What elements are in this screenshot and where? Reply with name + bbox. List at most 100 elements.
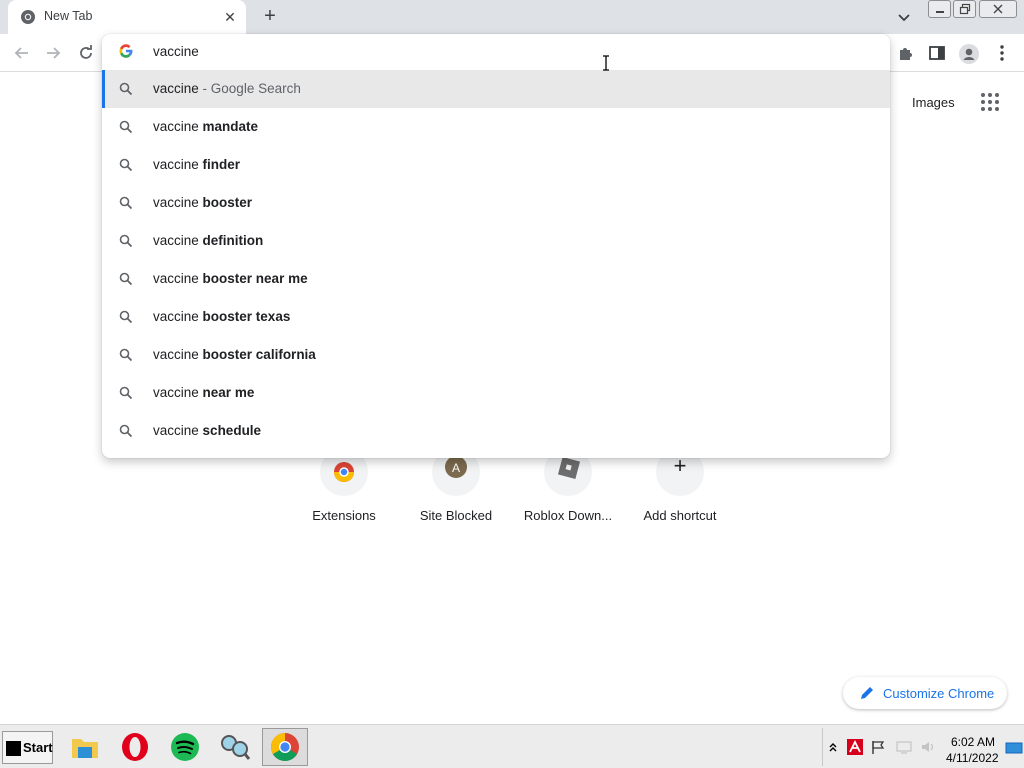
suggestion-text: vaccine near me bbox=[153, 385, 254, 400]
omnibox-suggestion[interactable]: vaccine definition bbox=[102, 222, 890, 260]
images-link[interactable]: Images bbox=[912, 95, 955, 110]
taskbar-magnifier[interactable] bbox=[212, 728, 258, 766]
system-tray: 6:02 AM 4/11/2022 bbox=[822, 728, 1024, 766]
suggestion-completion: schedule bbox=[202, 423, 262, 438]
start-button[interactable]: Start bbox=[2, 731, 53, 764]
search-icon bbox=[119, 120, 133, 134]
tab-search-chevron-icon[interactable] bbox=[894, 7, 914, 27]
profile-button[interactable] bbox=[958, 42, 980, 64]
forward-button[interactable] bbox=[42, 42, 64, 64]
magnifier-icon bbox=[221, 735, 251, 760]
back-button[interactable] bbox=[11, 42, 33, 64]
tab-strip: New Tab ✕ + bbox=[0, 0, 1024, 34]
taskbar-spotify[interactable] bbox=[162, 728, 208, 766]
omnibox-dropdown: vaccine vaccine - Google Search vaccine m… bbox=[102, 34, 890, 458]
side-panel-button[interactable] bbox=[926, 42, 948, 64]
suggestion-text: vaccine - Google Search bbox=[153, 81, 301, 96]
suggestion-query: vaccine bbox=[153, 423, 199, 438]
search-icon bbox=[119, 348, 133, 362]
omnibox-suggestion[interactable]: vaccine near me bbox=[102, 374, 890, 412]
omnibox-suggestion[interactable]: vaccine booster bbox=[102, 184, 890, 222]
clock-time[interactable]: 6:02 AM bbox=[951, 735, 995, 749]
address-bar-text[interactable]: vaccine bbox=[153, 44, 199, 59]
minimize-icon bbox=[935, 11, 944, 13]
shortcut-site-blocked[interactable]: A Site Blocked bbox=[396, 448, 506, 528]
chrome-icon bbox=[271, 733, 299, 761]
extensions-button[interactable] bbox=[895, 42, 917, 64]
suggestion-text: vaccine definition bbox=[153, 233, 263, 248]
opera-icon bbox=[122, 733, 148, 761]
suggestion-query: vaccine bbox=[153, 385, 199, 400]
volume-icon[interactable] bbox=[920, 740, 936, 754]
pencil-icon bbox=[861, 687, 873, 699]
shortcut-extensions[interactable]: Extensions bbox=[284, 448, 394, 528]
shortcut-roblox[interactable]: Roblox Down... bbox=[508, 448, 618, 528]
action-center-flag-icon[interactable] bbox=[870, 739, 886, 755]
suggestion-completion: booster california bbox=[202, 347, 316, 362]
tab-title: New Tab bbox=[44, 9, 93, 23]
omnibox-suggestion[interactable]: vaccine finder bbox=[102, 146, 890, 184]
taskbar-chrome[interactable] bbox=[262, 728, 308, 766]
suggestion-source: - Google Search bbox=[202, 81, 301, 96]
search-icon bbox=[119, 272, 133, 286]
suggestion-query: vaccine bbox=[153, 233, 199, 248]
google-apps-icon[interactable] bbox=[981, 93, 999, 111]
search-icon bbox=[119, 310, 133, 324]
reload-button[interactable] bbox=[75, 42, 97, 64]
address-bar[interactable]: vaccine bbox=[102, 34, 890, 70]
letter-avatar-text: A bbox=[452, 461, 460, 475]
search-icon bbox=[119, 82, 133, 96]
omnibox-suggestion[interactable]: vaccine - Google Search bbox=[102, 70, 890, 108]
search-icon bbox=[119, 424, 133, 438]
omnibox-suggestion[interactable]: vaccine mandate bbox=[102, 108, 890, 146]
omnibox-suggestion[interactable]: vaccine schedule bbox=[102, 412, 890, 450]
chrome-menu-button[interactable] bbox=[991, 42, 1013, 64]
omnibox-suggestion[interactable]: vaccine booster near me bbox=[102, 260, 890, 298]
start-logo-icon bbox=[6, 741, 21, 756]
chrome-icon bbox=[21, 10, 35, 24]
spotify-icon bbox=[171, 733, 199, 761]
close-window-button[interactable] bbox=[979, 0, 1017, 18]
suggestion-query: vaccine bbox=[153, 157, 199, 172]
suggestion-query: vaccine bbox=[153, 309, 199, 324]
search-icon bbox=[119, 234, 133, 248]
taskbar-file-explorer[interactable] bbox=[62, 728, 108, 766]
folder-icon bbox=[72, 739, 98, 758]
suggestion-text: vaccine booster near me bbox=[153, 271, 308, 286]
omnibox-suggestion[interactable]: vaccine booster texas bbox=[102, 298, 890, 336]
taskbar-opera[interactable] bbox=[112, 728, 158, 766]
customize-chrome-button[interactable]: Customize Chrome bbox=[843, 677, 1007, 709]
profile-avatar-icon bbox=[959, 44, 979, 64]
shortcut-label: Add shortcut bbox=[643, 508, 717, 523]
suggestion-query: vaccine bbox=[153, 271, 199, 286]
suggestion-completion: booster texas bbox=[202, 309, 291, 324]
text-cursor-icon bbox=[603, 55, 609, 71]
new-tab-button[interactable]: + bbox=[258, 5, 282, 29]
tray-expand-icon[interactable] bbox=[829, 742, 837, 752]
suggestion-text: vaccine finder bbox=[153, 157, 240, 172]
forward-arrow-icon bbox=[47, 47, 61, 59]
shortcut-label: Roblox Down... bbox=[523, 508, 613, 523]
clock-date[interactable]: 4/11/2022 bbox=[946, 751, 999, 765]
taskbar: Start 6:02 AM 4/11/2022 bbox=[0, 724, 1024, 768]
suggestion-completion: booster near me bbox=[202, 271, 308, 286]
omnibox-suggestion[interactable]: vaccine booster california bbox=[102, 336, 890, 374]
show-desktop-icon[interactable] bbox=[1005, 742, 1023, 754]
suggestion-completion: booster bbox=[202, 195, 253, 210]
shortcut-label: Site Blocked bbox=[419, 508, 493, 523]
shortcut-label: Extensions bbox=[312, 508, 376, 523]
suggestion-text: vaccine booster bbox=[153, 195, 252, 210]
add-shortcut-button[interactable]: + Add shortcut bbox=[620, 448, 730, 528]
side-panel-icon bbox=[929, 46, 945, 60]
tab-new-tab[interactable]: New Tab ✕ bbox=[8, 0, 246, 34]
minimize-button[interactable] bbox=[928, 0, 951, 18]
start-label: Start bbox=[23, 740, 53, 755]
antivirus-icon[interactable] bbox=[847, 739, 863, 755]
puzzle-icon bbox=[900, 48, 912, 60]
network-icon[interactable] bbox=[896, 740, 912, 754]
tab-close-icon[interactable]: ✕ bbox=[220, 7, 240, 27]
search-icon bbox=[119, 158, 133, 172]
restore-button[interactable] bbox=[953, 0, 976, 18]
suggestion-text: vaccine mandate bbox=[153, 119, 258, 134]
suggestion-query: vaccine bbox=[153, 81, 199, 96]
